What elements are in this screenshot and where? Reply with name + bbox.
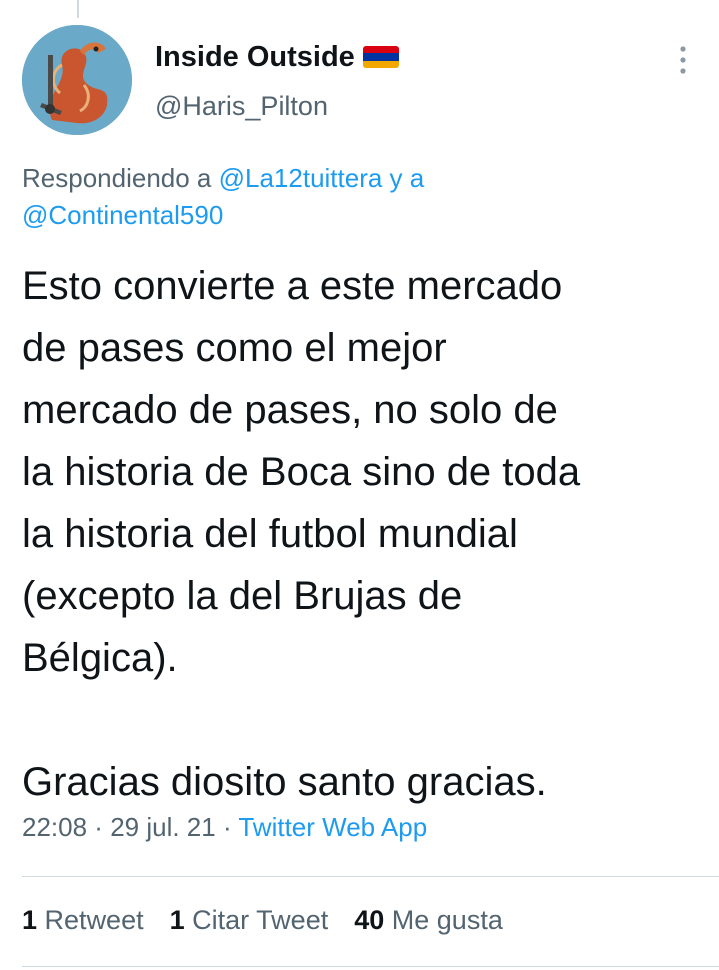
display-name-row[interactable]: Inside Outside — [155, 37, 399, 77]
user-handle[interactable]: @Haris_Pilton — [155, 91, 399, 122]
tweet-header: Inside Outside @Haris_Pilton — [22, 25, 697, 135]
likes-stat[interactable]: 40 Me gusta — [354, 905, 503, 936]
meta-separator: · — [87, 812, 111, 842]
likes-label: Me gusta — [391, 905, 503, 935]
divider — [22, 966, 719, 967]
tweet-time[interactable]: 22:08 — [22, 812, 87, 842]
avatar[interactable] — [22, 25, 132, 135]
more-options-icon[interactable] — [677, 43, 689, 77]
meta-separator: · — [215, 812, 239, 842]
tweet-meta: 22:08 · 29 jul. 21 · Twitter Web App — [22, 812, 427, 843]
replying-prefix: Respondiendo a — [22, 163, 219, 193]
retweets-stat[interactable]: 1 Retweet — [22, 905, 144, 936]
retweets-label: Retweet — [44, 905, 144, 935]
thread-line — [77, 0, 79, 18]
quotes-stat[interactable]: 1 Citar Tweet — [170, 905, 329, 936]
display-name[interactable]: Inside Outside — [155, 41, 355, 74]
replying-conjunction[interactable]: y a — [382, 163, 425, 193]
mention-continental590[interactable]: @Continental590 — [22, 200, 223, 230]
dragon-avatar-image — [22, 25, 132, 135]
tweet-stats: 1 Retweet 1 Citar Tweet 40 Me gusta — [22, 905, 503, 936]
tweet-text: Esto convierte a este mercado de pases c… — [22, 264, 581, 804]
mention-la12tuittera[interactable]: @La12tuittera — [219, 163, 383, 193]
divider — [22, 876, 719, 877]
armenia-flag-icon — [362, 46, 399, 68]
tweet-source-app[interactable]: Twitter Web App — [238, 812, 427, 842]
user-names[interactable]: Inside Outside @Haris_Pilton — [155, 37, 399, 122]
quotes-count: 1 — [169, 905, 185, 935]
likes-count: 40 — [354, 905, 385, 935]
retweets-count: 1 — [22, 905, 38, 935]
replying-to: Respondiendo a @La12tuittera y a @Contin… — [22, 160, 702, 234]
quotes-label: Citar Tweet — [192, 905, 329, 935]
tweet-date[interactable]: 29 jul. 21 — [110, 812, 216, 842]
